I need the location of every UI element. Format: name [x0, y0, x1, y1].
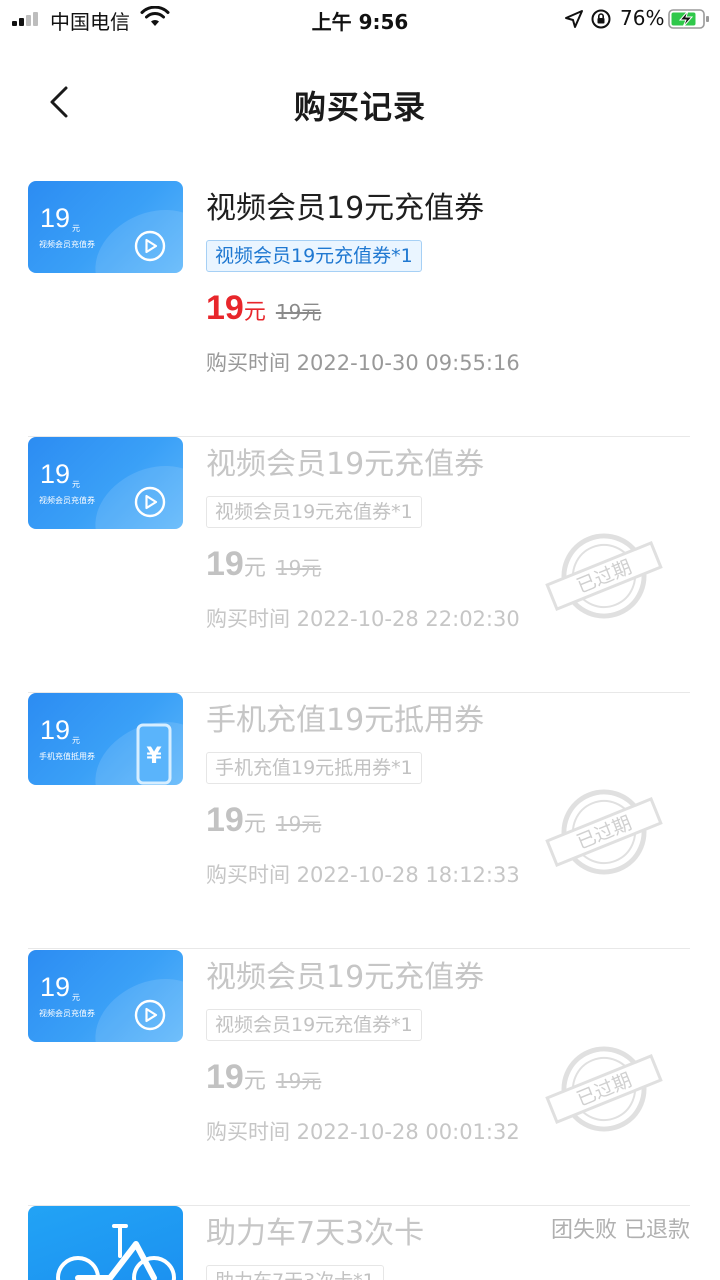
thumbnail-amount: 19 [40, 715, 71, 745]
purchase-time: 购买时间 2022-10-28 00:01:32 [206, 1120, 520, 1144]
price-amount: 19 [206, 1058, 244, 1096]
record-price: 19元 19元 [206, 801, 321, 840]
thumbnail-amount: 19 [40, 203, 71, 233]
status-time: 上午 9:56 [311, 10, 409, 34]
bike-icon [56, 1224, 176, 1280]
purchase-record[interactable]: 19 元 视频会员充值券 视频会员19元充值券 视频会员19元充值券*1 19元… [28, 437, 690, 693]
record-title: 手机充值19元抵用券 [206, 703, 485, 738]
expired-stamp: 已过期 [545, 789, 663, 875]
record-title: 视频会员19元充值券 [206, 447, 485, 482]
thumbnail-label: 视频会员充值券 [39, 1009, 95, 1018]
expired-stamp: 已过期 [545, 533, 663, 619]
purchase-time: 购买时间 2022-10-28 18:12:33 [206, 863, 520, 887]
battery-charging-icon [668, 9, 709, 29]
voucher-thumbnail: 19 元 视频会员充值券 [28, 437, 183, 529]
thumbnail-amount: 19 [40, 972, 71, 1002]
purchase-time: 购买时间 2022-10-30 09:55:16 [206, 351, 520, 375]
play-icon [134, 999, 166, 1031]
record-title: 视频会员19元充值券 [206, 191, 485, 226]
record-item-tag: 视频会员19元充值券*1 [206, 1009, 422, 1041]
record-item-tag: 视频会员19元充值券*1 [206, 240, 422, 272]
price-amount: 19 [206, 289, 244, 327]
orientation-lock-icon [591, 9, 611, 29]
page-title: 购买记录 [293, 88, 426, 126]
bike-card-thumbnail [28, 1206, 183, 1280]
price-unit: 元 [243, 300, 266, 325]
divider [28, 948, 690, 949]
original-price: 19元 [275, 556, 322, 580]
refund-status: 团失败 已退款 [551, 1218, 690, 1243]
record-price: 19元 19元 [206, 289, 321, 328]
original-price: 19元 [275, 812, 322, 836]
original-price: 19元 [275, 300, 322, 324]
record-price: 19元 19元 [206, 545, 321, 584]
expired-stamp: 已过期 [545, 1046, 663, 1132]
price-unit: 元 [243, 812, 266, 837]
purchase-time: 购买时间 2022-10-28 22:02:30 [206, 607, 520, 631]
battery-percentage: 76% [620, 6, 665, 30]
thumbnail-unit: 元 [72, 480, 80, 489]
voucher-thumbnail: 19 元 手机充值抵用券 ¥ [28, 693, 183, 785]
thumbnail-label: 视频会员充值券 [39, 240, 95, 249]
thumbnail-unit: 元 [72, 224, 80, 233]
thumbnail-amount: 19 [40, 459, 71, 489]
original-price: 19元 [275, 1069, 322, 1093]
play-icon [134, 486, 166, 518]
svg-text:¥: ¥ [146, 744, 162, 769]
thumbnail-unit: 元 [72, 993, 80, 1002]
thumbnail-unit: 元 [72, 736, 80, 745]
purchase-record[interactable]: 助力车7天3次卡 团失败 已退款 助力车7天3次卡*1 [28, 1206, 690, 1280]
price-unit: 元 [243, 556, 266, 581]
record-title: 助力车7天3次卡 [206, 1216, 425, 1251]
price-amount: 19 [206, 545, 244, 583]
purchase-record[interactable]: 19 元 手机充值抵用券 ¥ 手机充值19元抵用券 手机充值19元抵用券*1 1… [28, 693, 690, 949]
record-item-tag: 助力车7天3次卡*1 [206, 1265, 384, 1280]
purchase-record[interactable]: 19 元 视频会员充值券 视频会员19元充值券 视频会员19元充值券*1 19元… [28, 950, 690, 1206]
record-item-tag: 视频会员19元充值券*1 [206, 496, 422, 528]
price-unit: 元 [243, 1069, 266, 1094]
phone-yuan-icon: ¥ [136, 723, 172, 785]
thumbnail-label: 视频会员充值券 [39, 496, 95, 505]
status-bar: 中国电信 上午 9:56 76% [0, 0, 720, 40]
price-amount: 19 [206, 801, 244, 839]
thumbnail-label: 手机充值抵用券 [39, 752, 95, 761]
record-item-tag: 手机充值19元抵用券*1 [206, 752, 422, 784]
play-icon [134, 230, 166, 262]
record-title: 视频会员19元充值券 [206, 960, 485, 995]
voucher-thumbnail: 19 元 视频会员充值券 [28, 950, 183, 1042]
location-arrow-icon [565, 10, 583, 28]
purchase-record[interactable]: 19 元 视频会员充值券 视频会员19元充值券 视频会员19元充值券*1 19元… [28, 181, 690, 437]
record-price: 19元 19元 [206, 1058, 321, 1097]
voucher-thumbnail: 19 元 视频会员充值券 [28, 181, 183, 273]
